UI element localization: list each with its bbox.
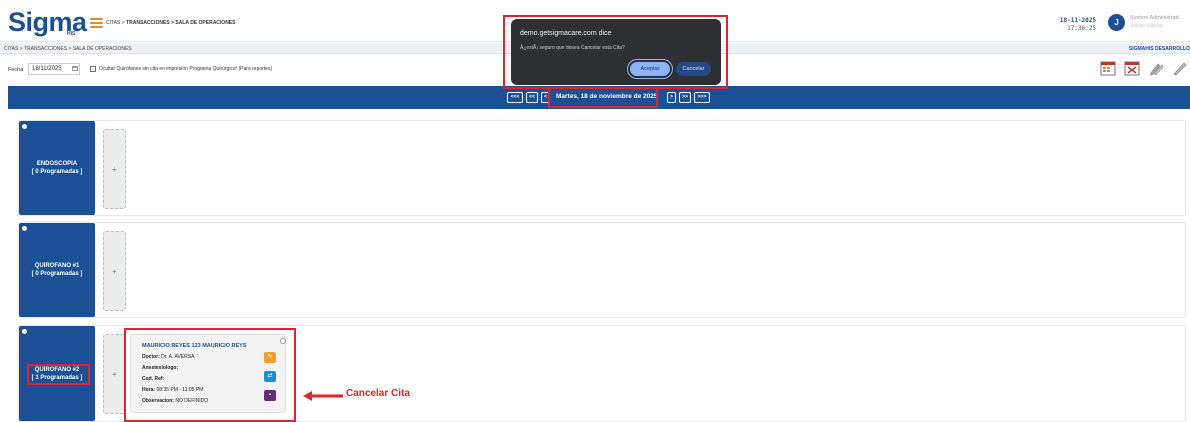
room-title: QUIROFANO #1 [ 0 Programadas ] [19, 263, 95, 279]
user-info[interactable]: System Administrad Johan Garcia [1130, 15, 1190, 30]
add-appointment-button[interactable]: + [103, 129, 126, 209]
add-appointment-button[interactable]: + [103, 334, 126, 414]
date-highlight-box [548, 87, 658, 108]
room-header[interactable]: ENDOSCOPIA [ 0 Programadas ] [19, 121, 95, 215]
room-name: QUIROFANO #1 [34, 263, 80, 269]
room-name: ENDOSCOPIA [36, 161, 78, 167]
clock: 18-11-2025 17:36:25 [1050, 17, 1096, 32]
room-status-dot [22, 124, 27, 129]
current-time: 17:36:25 [1067, 24, 1096, 32]
breadcrumb-current: TRANSACCIONES > SALA DE OPERACIONES [126, 20, 236, 26]
last-button[interactable]: >>> [694, 92, 710, 103]
room-status-dot [22, 329, 27, 334]
add-appointment-button[interactable]: + [103, 231, 126, 311]
room-header[interactable]: QUIROFANO #1 [ 0 Programadas ] [19, 223, 95, 317]
arrow-left-icon [303, 391, 343, 401]
annotation-label: Cancelar Cita [346, 388, 410, 399]
surgical-tools-icon[interactable] [1148, 60, 1164, 76]
calendar-report-icon[interactable] [1100, 60, 1116, 76]
avatar[interactable]: J [1108, 14, 1125, 31]
first-button[interactable]: <<< [507, 92, 523, 103]
next-week-button[interactable]: >> [679, 92, 691, 103]
room-title: ENDOSCOPIA [ 0 Programadas ] [19, 161, 95, 177]
environment-label: SIGMAHIS DESARROLLO [1128, 46, 1190, 52]
appointment-highlight-box [124, 328, 296, 422]
surgical-instrument-icon[interactable] [1172, 60, 1188, 76]
current-date: 18-11-2025 [1059, 17, 1096, 24]
room-status-dot [22, 226, 27, 231]
breadcrumb-prefix: CITAS > [106, 20, 127, 26]
hide-empty-checkbox[interactable] [90, 66, 96, 72]
breadcrumb: CITAS > TRANSACCIONES > SALA DE OPERACIO… [4, 46, 132, 52]
user-name: Johan Garcia [1130, 22, 1163, 29]
room-count: [ 0 Programadas ] [31, 270, 83, 277]
hide-empty-label: Ocultar Quirófanos sin cita en impresión… [99, 66, 273, 72]
user-role: System Administrad [1130, 15, 1179, 21]
calendar-icon[interactable] [72, 66, 78, 71]
calendar-cancel-icon[interactable] [1124, 60, 1140, 76]
next-day-button[interactable]: > [667, 92, 676, 103]
room-row: ENDOSCOPIA [ 0 Programadas ] + [18, 120, 1186, 216]
room-count: [ 0 Programadas ] [31, 168, 83, 175]
dialog-highlight-box [503, 15, 728, 89]
room-row: QUIROFANO #1 [ 0 Programadas ] + [18, 222, 1186, 318]
room-count-highlight-box [27, 364, 90, 385]
header-breadcrumb: CITAS > TRANSACCIONES > SALA DE OPERACIO… [106, 20, 235, 26]
prev-week-button[interactable]: << [526, 92, 538, 103]
logo-subtitle: HIS [67, 31, 76, 37]
date-label: Fecha [8, 67, 24, 73]
menu-icon[interactable] [90, 18, 103, 28]
